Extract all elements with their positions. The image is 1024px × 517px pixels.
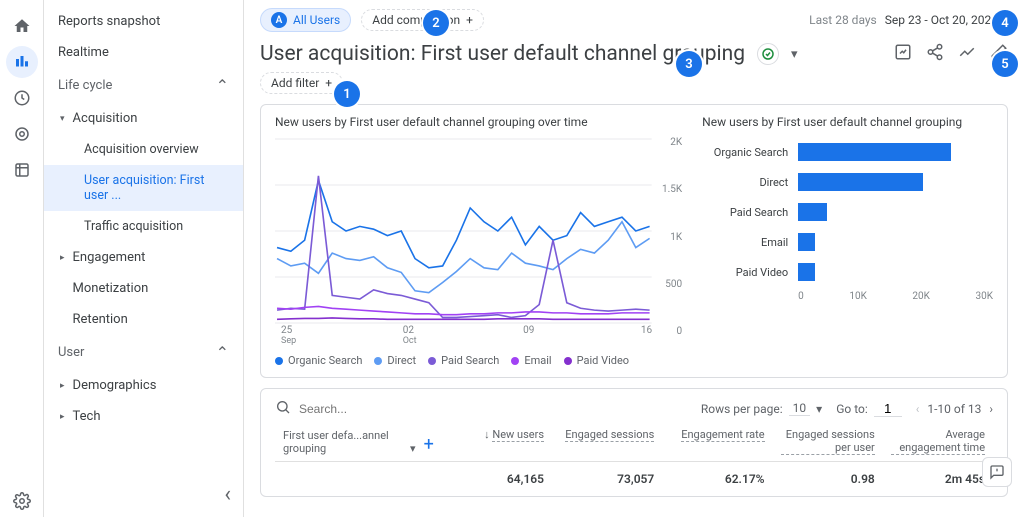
- page-range: 1-10 of 13: [927, 402, 981, 416]
- charts-card: New users by First user default channel …: [260, 104, 1008, 378]
- search-icon: [275, 399, 291, 418]
- nav-acquisition-label: Acquisition: [73, 111, 138, 126]
- callout-5: 5: [992, 51, 1018, 77]
- chevron-up-icon: ⌃: [216, 343, 229, 362]
- total-engaged-sessions: 73,057: [552, 472, 662, 486]
- table-card: Rows per page: 10 ▾ Go to: ‹ 1-10 of 13 …: [260, 388, 1008, 497]
- nav-acquisition[interactable]: ▾ Acquisition: [44, 103, 243, 134]
- rail-configure[interactable]: [6, 154, 38, 186]
- total-new-users: 64,165: [442, 472, 552, 486]
- nav-retention[interactable]: ▸Retention: [44, 304, 243, 335]
- chevron-down-icon[interactable]: ▾: [816, 402, 822, 416]
- nav-lifecycle[interactable]: Life cycle ⌃: [44, 68, 243, 103]
- nav-user-section[interactable]: User ⌃: [44, 335, 243, 370]
- rpp-label: Rows per page:: [701, 402, 783, 416]
- nav-user-label: User: [58, 345, 84, 360]
- goto-label: Go to:: [836, 402, 868, 416]
- prev-page[interactable]: ‹: [916, 402, 920, 416]
- callout-4: 4: [992, 10, 1018, 36]
- share-icon[interactable]: [926, 43, 944, 65]
- callout-3: 3: [676, 51, 702, 77]
- total-engagement-rate: 62.17%: [662, 472, 772, 486]
- nav-lifecycle-label: Life cycle: [58, 78, 112, 93]
- nav-tech[interactable]: ▸ Tech: [44, 401, 243, 432]
- chevron-down-icon[interactable]: ▾: [791, 47, 798, 62]
- nav-acq-overview[interactable]: Acquisition overview: [44, 134, 243, 165]
- triangle-down-icon: ▾: [60, 114, 65, 124]
- search-input[interactable]: [299, 402, 687, 416]
- bar-chart-title: New users by First user default channel …: [702, 115, 993, 129]
- plus-icon: +: [466, 13, 473, 27]
- triangle-right-icon: ▸: [60, 253, 65, 263]
- line-chart: 2K1.5K1K5000: [275, 137, 682, 337]
- goto-input[interactable]: [874, 401, 902, 417]
- rail-home[interactable]: [6, 10, 38, 42]
- col-new-users[interactable]: New users: [492, 428, 544, 442]
- total-avg-eng-time: 2m 45s: [883, 472, 993, 486]
- chevron-down-icon[interactable]: ▾: [410, 442, 416, 455]
- date-range-picker[interactable]: Last 28 days Sep 23 - Oct 20, 2022 ▾: [809, 13, 1008, 27]
- nav-monetization-label: Monetization: [73, 281, 149, 296]
- col-eng-sess-per-user[interactable]: Engaged sessions per user: [781, 428, 875, 455]
- add-filter[interactable]: Add filter +: [260, 72, 343, 94]
- nav-monetization[interactable]: ▸Monetization: [44, 273, 243, 304]
- insights-icon[interactable]: [894, 43, 912, 65]
- rail-advertising[interactable]: [6, 118, 38, 150]
- callout-2: 2: [423, 10, 449, 36]
- plus-icon: +: [325, 76, 332, 90]
- nav-engagement-label: Engagement: [73, 250, 146, 265]
- legend: Organic SearchDirectPaid SearchEmailPaid…: [275, 354, 682, 367]
- trend-icon[interactable]: [958, 43, 976, 65]
- nav-tech-label: Tech: [73, 409, 101, 424]
- chip-all-users[interactable]: A All Users: [260, 8, 351, 32]
- date-range-label: Last 28 days: [809, 13, 877, 27]
- callout-1: 1: [334, 81, 360, 107]
- nav-realtime[interactable]: Realtime: [44, 37, 243, 68]
- nav-traffic-acq[interactable]: Traffic acquisition: [44, 211, 243, 242]
- rail-explore[interactable]: [6, 82, 38, 114]
- rpp-value[interactable]: 10: [789, 401, 811, 416]
- bar-chart: Organic SearchDirectPaid SearchEmailPaid…: [702, 137, 993, 287]
- nav-retention-label: Retention: [73, 312, 128, 327]
- next-page[interactable]: ›: [989, 402, 993, 416]
- add-filter-label: Add filter: [271, 76, 319, 90]
- rail-reports[interactable]: [6, 46, 38, 78]
- triangle-right-icon: ▸: [60, 412, 65, 422]
- nav-demographics[interactable]: ▸ Demographics: [44, 370, 243, 401]
- feedback-button[interactable]: [982, 457, 1012, 487]
- nav-user-acq[interactable]: User acquisition: First user ...: [44, 165, 243, 211]
- audience-badge: A: [271, 12, 287, 28]
- nav-reports-snapshot[interactable]: Reports snapshot: [44, 6, 243, 37]
- nav-demographics-label: Demographics: [73, 378, 157, 393]
- dim-header[interactable]: First user defa...annel grouping: [283, 429, 402, 455]
- rail-settings[interactable]: [6, 485, 38, 517]
- line-chart-title: New users by First user default channel …: [275, 115, 682, 129]
- triangle-right-icon: ▸: [60, 381, 65, 391]
- add-dimension[interactable]: +: [424, 434, 434, 455]
- col-avg-eng-time[interactable]: Average engagement time: [891, 428, 985, 455]
- page-title: User acquisition: First user default cha…: [260, 42, 745, 66]
- total-eng-sess-per-user: 0.98: [773, 472, 883, 486]
- nav-engagement[interactable]: ▸ Engagement: [44, 242, 243, 273]
- chip-all-users-label: All Users: [293, 13, 340, 27]
- col-engaged-sessions[interactable]: Engaged sessions: [565, 428, 654, 442]
- status-check[interactable]: [757, 43, 779, 65]
- date-range-value: Sep 23 - Oct 20, 2022: [885, 13, 998, 27]
- chevron-up-icon: ⌃: [216, 76, 229, 95]
- sidebar-collapse[interactable]: ‹: [224, 482, 231, 507]
- col-engagement-rate[interactable]: Engagement rate: [681, 428, 764, 442]
